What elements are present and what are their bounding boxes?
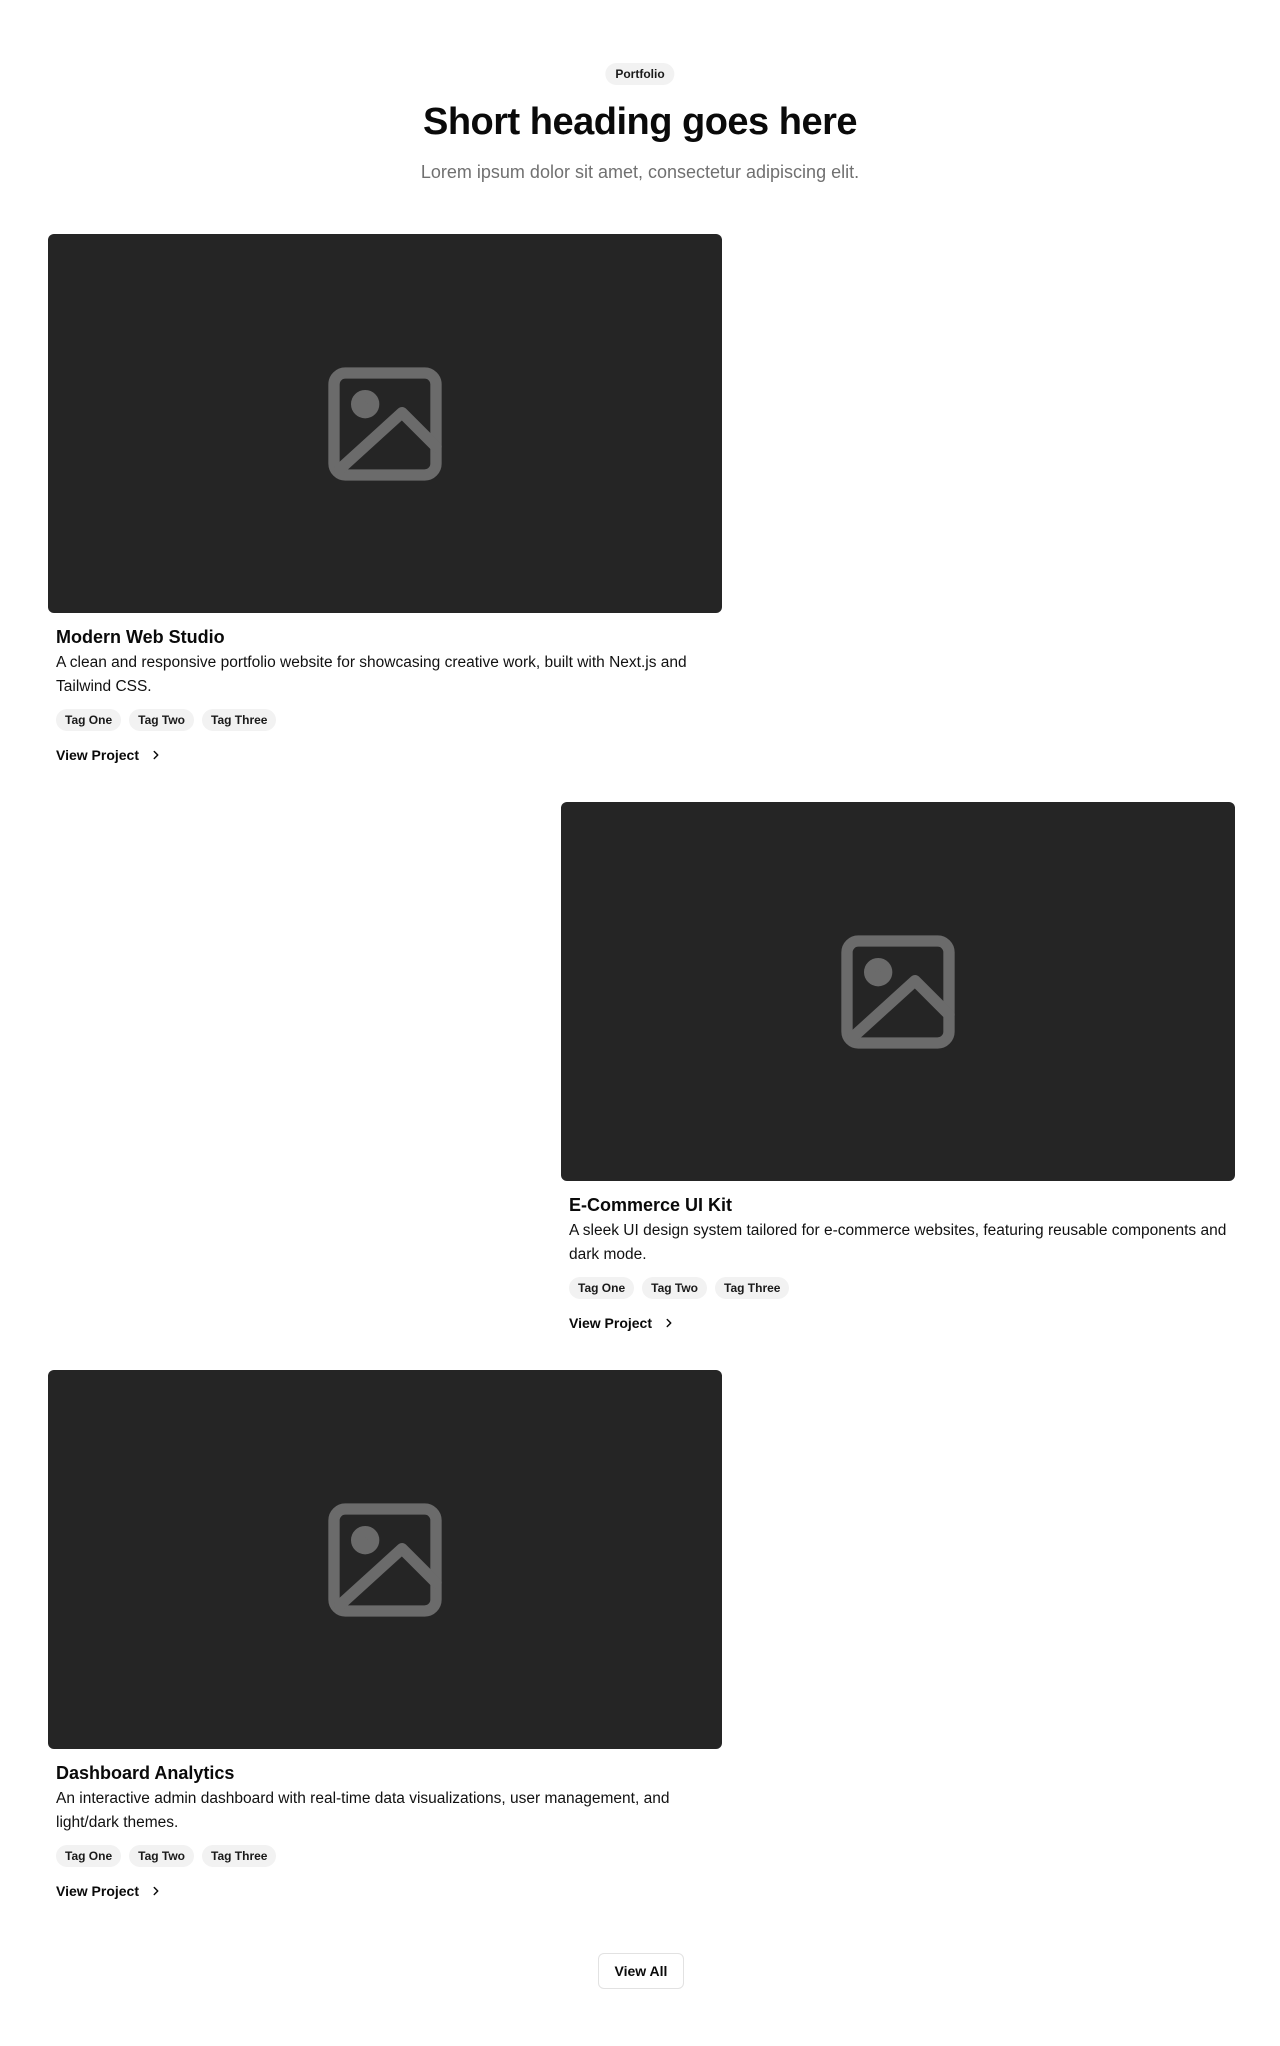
project-card-body: Modern Web Studio A clean and responsive… — [48, 625, 722, 765]
chevron-right-icon — [153, 750, 159, 760]
tag: Tag One — [56, 1845, 122, 1867]
tag: Tag Three — [202, 1845, 277, 1867]
project-tags: Tag One Tag Two Tag Three — [56, 709, 714, 731]
page-title: Short heading goes here — [422, 101, 858, 143]
project-description: A clean and responsive portfolio website… — [56, 654, 687, 695]
image-placeholder-icon — [328, 366, 442, 481]
view-project-label: View Project — [569, 1315, 653, 1331]
project-description: An interactive admin dashboard with real… — [56, 1790, 670, 1831]
tag: Tag Three — [202, 709, 277, 731]
tag: Tag Three — [715, 1277, 790, 1299]
project-card: Modern Web Studio A clean and responsive… — [48, 234, 722, 765]
view-project-label: View Project — [56, 1883, 140, 1899]
tag: Tag One — [56, 709, 122, 731]
chevron-right-icon — [666, 1318, 672, 1328]
project-card: E-Commerce UI Kit A sleek UI design syst… — [561, 802, 1235, 1333]
view-all-button[interactable]: View All — [598, 1953, 684, 1989]
section-badge: Portfolio — [605, 63, 675, 85]
project-card-body: Dashboard Analytics An interactive admin… — [48, 1761, 722, 1901]
chevron-right-icon — [153, 1886, 159, 1896]
view-project-label: View Project — [56, 747, 140, 763]
project-image — [561, 802, 1235, 1181]
project-card: Dashboard Analytics An interactive admin… — [48, 1370, 722, 1901]
project-title: E-Commerce UI Kit — [569, 1195, 733, 1215]
project-tags: Tag One Tag Two Tag Three — [569, 1277, 1227, 1299]
project-card-body: E-Commerce UI Kit A sleek UI design syst… — [561, 1193, 1235, 1333]
tag: Tag Two — [129, 1845, 195, 1867]
project-description: A sleek UI design system tailored for e-… — [569, 1222, 1227, 1263]
image-placeholder-icon — [328, 1502, 442, 1617]
view-project-link[interactable]: View Project — [56, 745, 714, 765]
tag: Tag Two — [129, 709, 195, 731]
view-project-link[interactable]: View Project — [56, 1881, 714, 1901]
project-title: Modern Web Studio — [56, 627, 225, 647]
project-title: Dashboard Analytics — [56, 1763, 235, 1783]
tag: Tag Two — [642, 1277, 708, 1299]
project-image — [48, 234, 722, 613]
tag: Tag One — [569, 1277, 635, 1299]
project-tags: Tag One Tag Two Tag Three — [56, 1845, 714, 1867]
page-subtitle: Lorem ipsum dolor sit amet, consectetur … — [420, 162, 860, 182]
project-image — [48, 1370, 722, 1749]
view-project-link[interactable]: View Project — [569, 1313, 1227, 1333]
image-placeholder-icon — [841, 934, 955, 1049]
